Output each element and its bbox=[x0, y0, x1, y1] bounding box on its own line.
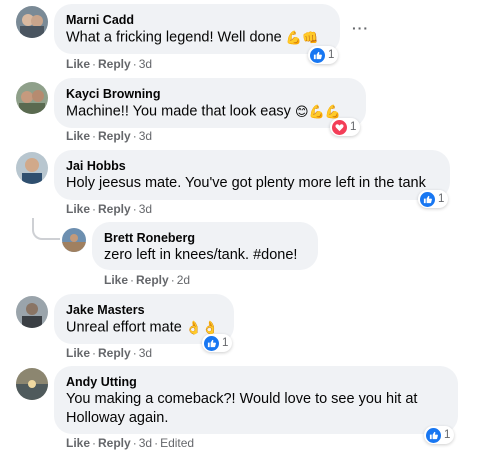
comment-author[interactable]: Jai Hobbs bbox=[66, 158, 438, 174]
like-icon bbox=[420, 191, 435, 207]
reaction-badge[interactable]: 1 bbox=[424, 426, 455, 444]
separator: · bbox=[132, 346, 137, 360]
comment-author[interactable]: Kayci Browning bbox=[66, 86, 354, 102]
like-link[interactable]: Like bbox=[66, 346, 90, 360]
comment-text: Holy jeesus mate. You've got plenty more… bbox=[66, 175, 426, 191]
timestamp[interactable]: 3d bbox=[139, 436, 152, 450]
timestamp[interactable]: 3d bbox=[139, 129, 152, 143]
comment-text-line-2: Holloway again. bbox=[66, 410, 169, 426]
comment-text: Machine!! You made that look easy 😊💪💪 bbox=[66, 102, 354, 121]
separator: · bbox=[92, 346, 97, 360]
like-link[interactable]: Like bbox=[104, 273, 128, 287]
comment-bubble: Marni Cadd What a fricking legend! Well … bbox=[54, 4, 340, 54]
reaction-badge[interactable]: 1 bbox=[308, 46, 339, 64]
separator: · bbox=[92, 57, 97, 71]
reaction-badge[interactable]: 1 bbox=[330, 118, 361, 136]
comment-text: Unreal effort mate 👌👌 bbox=[66, 318, 222, 337]
separator: · bbox=[130, 273, 135, 287]
separator: · bbox=[132, 436, 137, 450]
avatar[interactable] bbox=[16, 368, 48, 400]
comment-author[interactable]: Andy Utting bbox=[66, 374, 446, 390]
avatar[interactable] bbox=[16, 296, 48, 328]
reaction-count: 1 bbox=[350, 121, 357, 133]
avatar[interactable] bbox=[16, 82, 48, 114]
reaction-count: 1 bbox=[222, 337, 229, 349]
comment-text: zero left in knees/tank. #done! bbox=[104, 247, 298, 263]
comment-actions: Like · Reply · 3d bbox=[66, 56, 152, 72]
comment-text-body: What a fricking legend! Well done bbox=[66, 29, 282, 46]
comment-author[interactable]: Marni Cadd bbox=[66, 12, 328, 28]
reply-link[interactable]: Reply bbox=[98, 436, 131, 450]
comment-bubble: Brett Roneberg zero left in knees/tank. … bbox=[92, 222, 318, 270]
reaction-badge[interactable]: 1 bbox=[418, 190, 449, 208]
timestamp[interactable]: 2d bbox=[177, 273, 190, 287]
avatar[interactable] bbox=[16, 6, 48, 38]
comment-actions: Like · Reply · 3d bbox=[66, 345, 152, 361]
edited-label: Edited bbox=[160, 436, 195, 450]
separator: · bbox=[92, 129, 97, 143]
comment-text-body: Machine!! You made that look easy bbox=[66, 103, 291, 120]
timestamp[interactable]: 3d bbox=[139, 202, 152, 216]
comment-actions: Like · Reply · 3d bbox=[66, 128, 152, 144]
separator: · bbox=[132, 202, 137, 216]
like-icon bbox=[310, 47, 325, 63]
like-icon bbox=[204, 335, 219, 351]
separator: · bbox=[154, 436, 159, 450]
love-icon bbox=[332, 119, 347, 135]
reaction-count: 1 bbox=[444, 429, 451, 441]
comment-author[interactable]: Brett Roneberg bbox=[104, 230, 306, 246]
like-icon bbox=[426, 427, 441, 443]
avatar[interactable] bbox=[62, 228, 86, 252]
reply-link[interactable]: Reply bbox=[98, 202, 131, 216]
comment-bubble: Jai Hobbs Holy jeesus mate. You've got p… bbox=[54, 150, 450, 200]
comment-actions: Like · Reply · 2d bbox=[104, 272, 190, 288]
reply-thread-line bbox=[32, 218, 60, 240]
comment-text-line-1: You making a comeback?! Would love to se… bbox=[66, 391, 418, 407]
separator: · bbox=[132, 129, 137, 143]
reply-link[interactable]: Reply bbox=[98, 346, 131, 360]
avatar[interactable] bbox=[16, 152, 48, 184]
separator: · bbox=[92, 436, 97, 450]
more-options-icon[interactable]: ··· bbox=[352, 20, 369, 36]
like-link[interactable]: Like bbox=[66, 202, 90, 216]
reply-link[interactable]: Reply bbox=[98, 129, 131, 143]
comment-bubble: Kayci Browning Machine!! You made that l… bbox=[54, 78, 366, 128]
like-link[interactable]: Like bbox=[66, 129, 90, 143]
timestamp[interactable]: 3d bbox=[139, 57, 152, 71]
comment-actions: Like · Reply · 3d · Edited bbox=[66, 435, 194, 451]
comment-actions: Like · Reply · 3d bbox=[66, 201, 152, 217]
reaction-count: 1 bbox=[438, 193, 445, 205]
reply-link[interactable]: Reply bbox=[136, 273, 169, 287]
emoji: 👌👌 bbox=[185, 320, 219, 335]
reaction-count: 1 bbox=[328, 49, 335, 61]
like-link[interactable]: Like bbox=[66, 436, 90, 450]
reaction-badge[interactable]: 1 bbox=[202, 334, 233, 352]
emoji: 😊💪💪 bbox=[294, 104, 341, 119]
emoji: 💪👊 bbox=[285, 30, 319, 45]
comment-bubble: Andy Utting You making a comeback?! Woul… bbox=[54, 366, 458, 434]
separator: · bbox=[92, 202, 97, 216]
timestamp[interactable]: 3d bbox=[139, 346, 152, 360]
comment-text-body: Unreal effort mate bbox=[66, 319, 182, 336]
comment-text: What a fricking legend! Well done 💪👊 bbox=[66, 28, 328, 47]
comment-author[interactable]: Jake Masters bbox=[66, 302, 222, 318]
separator: · bbox=[132, 57, 137, 71]
like-link[interactable]: Like bbox=[66, 57, 90, 71]
separator: · bbox=[170, 273, 175, 287]
reply-link[interactable]: Reply bbox=[98, 57, 131, 71]
